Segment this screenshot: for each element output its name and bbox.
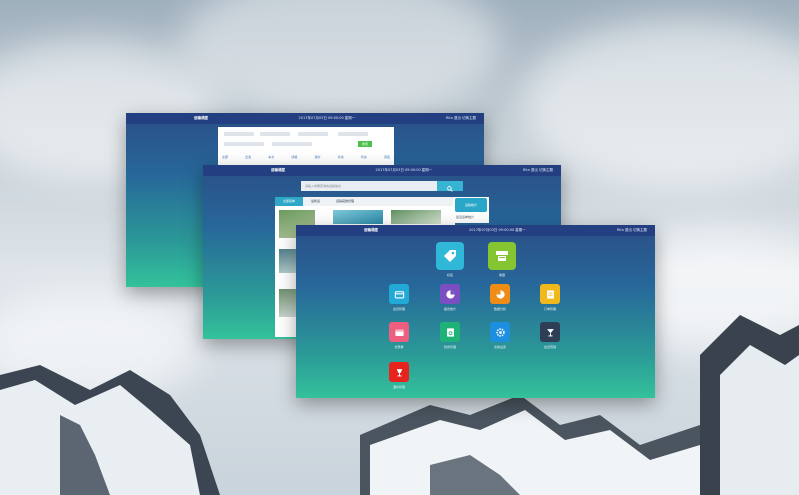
app-marketing[interactable]: 会员营销 xyxy=(536,322,564,349)
app-register[interactable]: 收银 xyxy=(488,242,516,277)
status-text: 2017年07月03日 09:00:00 星期一 xyxy=(469,228,526,232)
app-settings[interactable]: 系统设置 xyxy=(486,322,514,349)
window-front[interactable]: 运输调度 2017年07月03日 09:00:00 星期一 Rita 退出 切换… xyxy=(296,225,655,398)
nav-item[interactable]: 状态 xyxy=(338,155,344,159)
app-coupons[interactable]: 优惠券 xyxy=(385,322,413,349)
thumbnail[interactable] xyxy=(333,210,383,224)
side-caption: 最近运单统计 xyxy=(456,215,475,219)
status-text: 2017年07月03日 09:00:00 星期一 xyxy=(375,168,433,172)
filter-panel: 搜索 全部 出发 车次 线路 报价 状态 状态 调度 xyxy=(218,127,394,165)
tab-all[interactable]: 全部运单 xyxy=(275,197,304,206)
app-members[interactable]: 会员管理 xyxy=(385,284,413,311)
app-drinks[interactable]: 酒水管理 xyxy=(385,362,413,389)
wine-icon xyxy=(389,362,409,382)
nav-item[interactable]: 调度 xyxy=(384,155,390,159)
search-button[interactable]: 搜索 xyxy=(358,141,372,147)
glass-icon xyxy=(540,322,560,342)
user-links[interactable]: Rita 退出 切换主题 xyxy=(446,116,476,121)
app-reports[interactable]: 报表统计 xyxy=(436,284,464,311)
app-title: 运输调度 xyxy=(194,116,208,120)
pie-chart-icon xyxy=(440,284,460,304)
nav-item[interactable]: 全部 xyxy=(222,155,228,159)
search-icon xyxy=(447,177,453,196)
register-icon xyxy=(488,242,516,270)
nav-item[interactable]: 线路 xyxy=(291,155,297,159)
app-orders[interactable]: 订单管理 xyxy=(536,284,564,311)
side-panel: 运输统计 最近运单统计 xyxy=(453,197,489,223)
nav-row: 全部 出发 车次 线路 报价 状态 状态 调度 xyxy=(222,155,390,159)
coupon-icon xyxy=(389,322,409,342)
title-bar: 运输调度 2017年07月03日 09:00:00 星期一 Rita 退出 切换… xyxy=(296,225,655,236)
user-links[interactable]: Rita 退出 切换主题 xyxy=(523,168,553,173)
nav-item[interactable]: 报价 xyxy=(315,155,321,159)
app-finance[interactable]: 财务管理 xyxy=(436,322,464,349)
thumbnail[interactable] xyxy=(391,210,441,224)
nav-item[interactable]: 车次 xyxy=(268,155,274,159)
app-title: 运输调度 xyxy=(271,168,285,172)
pie-chart-icon xyxy=(490,284,510,304)
search-input[interactable]: 请输入你要查询的运输信息 xyxy=(301,181,437,191)
title-bar: 运输调度 2017年07月03日 09:00:00 星期一 Rita 退出 切换… xyxy=(126,113,484,124)
card-icon xyxy=(389,284,409,304)
title-bar: 运输调度 2017年07月03日 09:00:00 星期一 Rita 退出 切换… xyxy=(203,165,561,176)
nav-item[interactable]: 状态 xyxy=(361,155,367,159)
user-links[interactable]: Rita 退出 切换主题 xyxy=(617,228,647,233)
app-tag[interactable]: 标签 xyxy=(436,242,464,277)
nav-item[interactable]: 出发 xyxy=(245,155,251,159)
tab-other[interactable]: 运输其他管理 xyxy=(328,197,362,206)
tag-icon xyxy=(436,242,464,270)
invoice-icon xyxy=(540,284,560,304)
app-title: 运输调度 xyxy=(364,228,378,232)
thumbnail[interactable] xyxy=(279,249,297,273)
ledger-icon xyxy=(440,322,460,342)
search-button[interactable] xyxy=(437,181,463,192)
gear-icon xyxy=(490,322,510,342)
status-text: 2017年07月03日 09:00:00 星期一 xyxy=(298,116,356,120)
app-analytics[interactable]: 数据分析 xyxy=(486,284,514,311)
side-badge: 运输统计 xyxy=(455,198,487,212)
thumbnail[interactable] xyxy=(279,289,297,317)
tab-latest[interactable]: 最新运 xyxy=(303,197,328,206)
